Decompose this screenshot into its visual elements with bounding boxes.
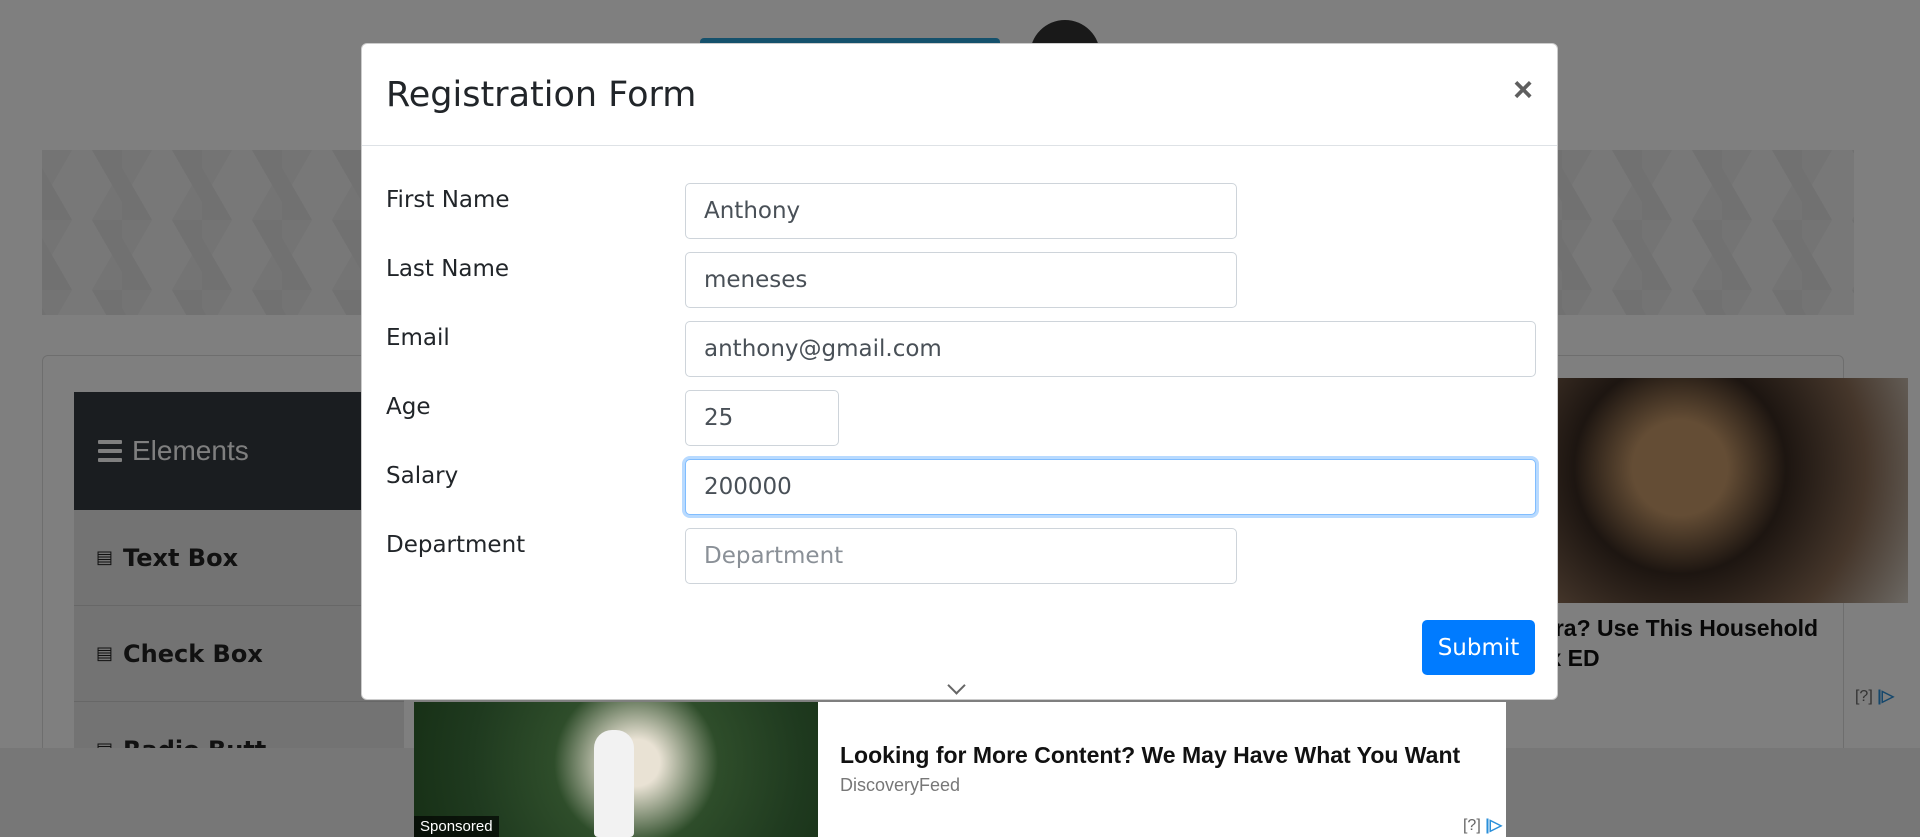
form-row-last-name: Last Name: [386, 252, 1536, 308]
ad-info-label[interactable]: [?]: [1463, 817, 1481, 834]
age-input[interactable]: [685, 390, 839, 446]
last-name-input[interactable]: [685, 252, 1237, 308]
adchoices-icon[interactable]: |▷: [1485, 817, 1502, 834]
first-name-input[interactable]: [685, 183, 1237, 239]
department-label: Department: [386, 532, 526, 558]
modal-header: Registration Form ×: [362, 44, 1557, 146]
ad-source: DiscoveryFeed: [840, 775, 961, 795]
last-name-label: Last Name: [386, 256, 510, 282]
ad-text[interactable]: Looking for More Content? We May Have Wh…: [818, 702, 1460, 837]
form-row-department: Department: [386, 528, 1536, 584]
form-row-first-name: First Name: [386, 183, 1536, 239]
ad-image-person: [594, 730, 634, 837]
modal-title: Registration Form: [386, 74, 697, 115]
form-row-age: Age: [386, 390, 1536, 446]
ad-info-tag[interactable]: [?] |▷: [1463, 815, 1502, 835]
email-input[interactable]: [685, 321, 1536, 377]
salary-input[interactable]: [685, 459, 1536, 515]
chevron-down-icon[interactable]: [947, 676, 966, 695]
bottom-advertisement[interactable]: Sponsored Looking for More Content? We M…: [414, 702, 1506, 837]
submit-button[interactable]: Submit: [1422, 620, 1535, 675]
form-row-email: Email: [386, 321, 1536, 377]
close-icon[interactable]: ×: [1513, 71, 1533, 109]
email-label: Email: [386, 325, 450, 351]
sponsored-label: Sponsored: [414, 816, 499, 837]
registration-modal: Registration Form × First Name Last Name…: [361, 43, 1558, 700]
close-button[interactable]: ×: [1513, 73, 1533, 107]
age-label: Age: [386, 394, 431, 420]
ad-headline[interactable]: Looking for More Content? We May Have Wh…: [840, 742, 1460, 769]
ad-image[interactable]: Sponsored: [414, 702, 818, 837]
form-row-salary: Salary: [386, 459, 1536, 515]
salary-label: Salary: [386, 463, 459, 489]
department-input[interactable]: [685, 528, 1237, 584]
first-name-label: First Name: [386, 187, 510, 213]
